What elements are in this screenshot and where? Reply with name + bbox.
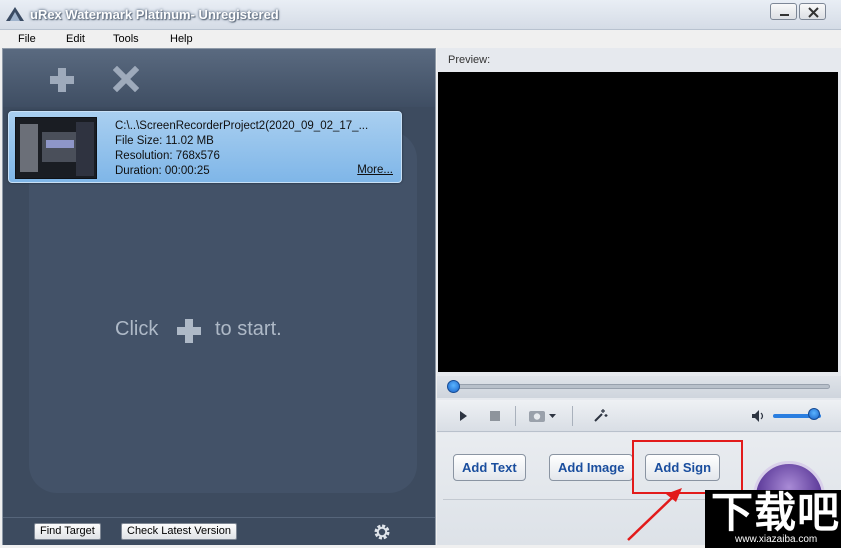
seek-track[interactable]	[450, 384, 830, 389]
menu-help[interactable]: Help	[170, 33, 193, 45]
file-item[interactable]: C:\..\ScreenRecorderProject2(2020_09_02_…	[8, 111, 402, 183]
file-size: File Size: 11.02 MB	[115, 135, 214, 147]
playback-controls	[437, 400, 841, 432]
file-resolution: Resolution: 768x576	[115, 150, 220, 162]
app-logo-icon	[6, 7, 24, 21]
effect-wand-icon[interactable]	[592, 408, 608, 424]
left-bottom-bar: Find Target Check Latest Version	[3, 517, 435, 545]
stop-icon[interactable]	[489, 410, 501, 422]
check-version-button[interactable]: Check Latest Version	[121, 523, 237, 540]
start-hint: Click to start.	[3, 315, 435, 343]
close-button[interactable]	[799, 3, 826, 20]
hint-start-text: to start.	[215, 318, 282, 340]
title-bar: uRex Watermark Platinum- Unregistered	[0, 0, 841, 30]
snapshot-icon[interactable]	[528, 408, 558, 424]
play-icon[interactable]	[457, 410, 469, 422]
seekbar	[437, 376, 841, 398]
menu-edit[interactable]: Edit	[66, 33, 85, 45]
add-text-button[interactable]: Add Text	[453, 454, 526, 481]
file-list-panel: C:\..\ScreenRecorderProject2(2020_09_02_…	[2, 48, 436, 545]
find-target-button[interactable]: Find Target	[34, 523, 101, 540]
site-watermark-logo: 下载吧 www.xiazaiba.com	[705, 490, 841, 548]
remove-file-icon[interactable]	[113, 66, 139, 92]
volume-handle[interactable]	[807, 408, 820, 420]
menu-bar: File Edit Tools Help	[0, 30, 841, 48]
video-preview	[438, 72, 838, 372]
minimize-button[interactable]	[770, 3, 797, 20]
separator	[515, 406, 516, 426]
video-thumbnail	[15, 117, 97, 179]
window-title: uRex Watermark Platinum- Unregistered	[30, 7, 279, 22]
add-image-button[interactable]: Add Image	[549, 454, 634, 481]
more-link[interactable]: More...	[357, 164, 393, 176]
hint-click-text: Click	[115, 318, 159, 340]
watermark-url: www.xiazaiba.com	[735, 534, 818, 545]
separator	[572, 406, 573, 426]
seek-handle[interactable]	[447, 380, 460, 393]
preview-label: Preview:	[448, 54, 491, 66]
add-file-icon[interactable]	[48, 66, 76, 94]
watermark-text: 下载吧	[711, 489, 841, 536]
file-path: C:\..\ScreenRecorderProject2(2020_09_02_…	[115, 120, 369, 132]
menu-tools[interactable]: Tools	[113, 33, 139, 45]
minimize-icon	[780, 14, 789, 16]
plus-icon[interactable]	[175, 317, 203, 345]
volume-icon[interactable]	[751, 409, 767, 423]
menu-file[interactable]: File	[18, 33, 36, 45]
gear-icon[interactable]	[373, 523, 391, 541]
preview-panel: Preview: Add Text Add Image Add Sign	[437, 48, 841, 545]
drop-area[interactable]	[29, 131, 417, 493]
close-icon	[808, 7, 819, 18]
annotation-arrow-icon	[627, 488, 682, 541]
file-toolbar	[3, 49, 435, 107]
